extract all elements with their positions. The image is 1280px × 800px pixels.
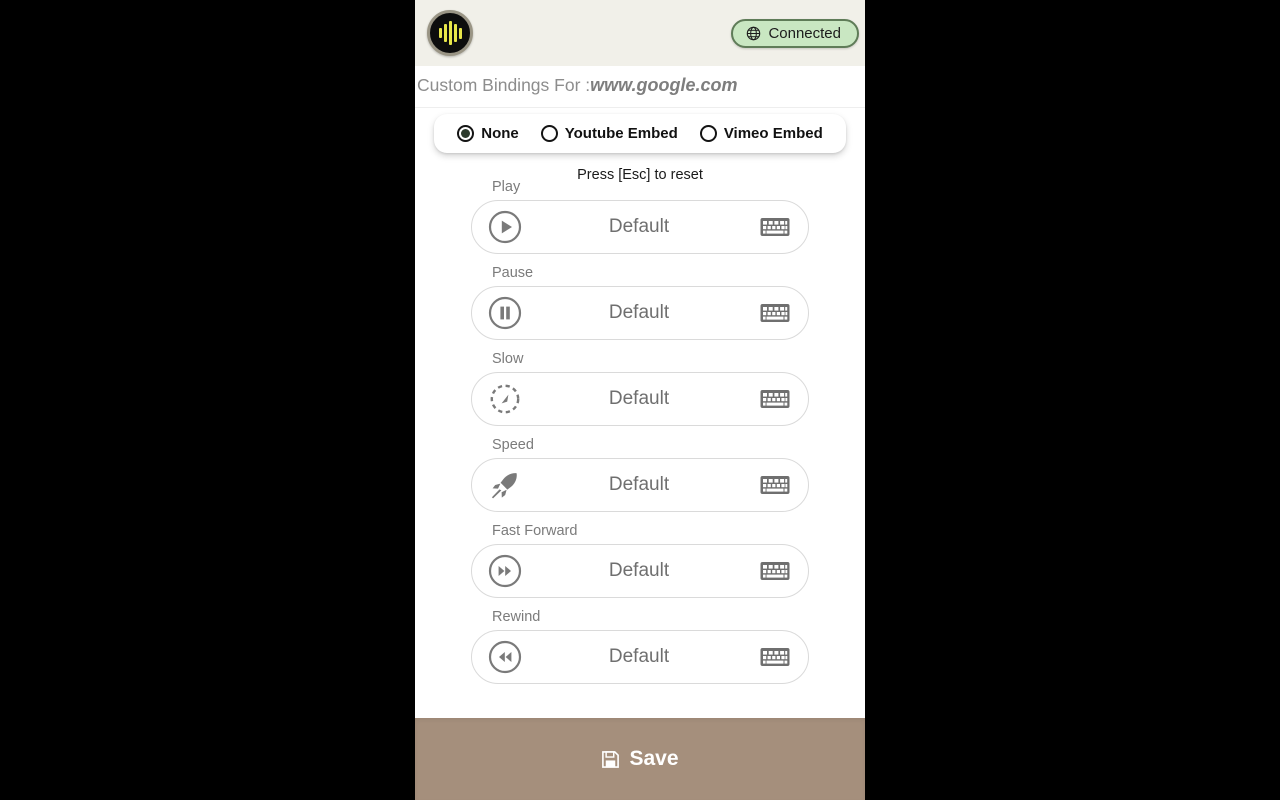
extension-popup-panel: Connected Custom Bindings For :www.googl… xyxy=(415,0,865,800)
binding-pause-row[interactable]: Default xyxy=(471,285,809,340)
binding-rewind-label: Rewind xyxy=(492,608,541,625)
site-title-prefix: Custom Bindings For : xyxy=(417,75,591,95)
binding-rewind-value: Default xyxy=(608,645,670,667)
binding-fast-forward: Fast Forward Default xyxy=(415,522,865,610)
keyboard-icon[interactable] xyxy=(760,388,790,410)
save-button-label: Save xyxy=(629,747,679,770)
binding-speed: Speed Default xyxy=(415,436,865,524)
mode-option-vimeo-embed-label: Vimeo Embed xyxy=(723,125,823,142)
radio-vimeo-embed-icon[interactable] xyxy=(699,125,717,142)
binding-slow-value: Default xyxy=(608,387,670,409)
binding-pause: Pause Default xyxy=(415,264,865,352)
popup-body: None Youtube Embed Vimeo Embed Press [Es… xyxy=(415,108,865,718)
mode-option-youtube-embed-label: Youtube Embed xyxy=(564,125,678,142)
binding-pause-value: Default xyxy=(608,301,670,323)
site-title-bar: Custom Bindings For :www.google.com xyxy=(415,66,865,108)
binding-pause-label: Pause xyxy=(492,264,534,281)
radio-none-icon[interactable] xyxy=(457,125,475,142)
status-badge-label: Connected xyxy=(768,24,841,42)
screen: Connected Custom Bindings For :www.googl… xyxy=(0,0,1280,800)
globe-icon xyxy=(747,26,761,40)
mode-option-vimeo-embed[interactable]: Vimeo Embed xyxy=(699,125,823,142)
binding-play-value: Default xyxy=(608,215,670,237)
waveform-logo xyxy=(427,10,473,56)
binding-speed-value: Default xyxy=(608,473,670,495)
binding-slow-label: Slow xyxy=(492,350,524,367)
binding-fast-forward-value: Default xyxy=(608,559,670,581)
mode-option-none[interactable]: None xyxy=(457,125,519,142)
binding-fast-forward-row[interactable]: Default xyxy=(471,543,809,598)
binding-slow-row[interactable]: Default xyxy=(471,371,809,426)
keyboard-icon[interactable] xyxy=(760,216,790,238)
binding-play-label: Play xyxy=(492,179,521,195)
binding-speed-label: Speed xyxy=(492,436,534,453)
binding-speed-row[interactable]: Default xyxy=(471,457,809,512)
popup-header: Connected xyxy=(415,0,865,66)
status-badge[interactable]: Connected xyxy=(731,18,859,48)
mode-option-youtube-embed[interactable]: Youtube Embed xyxy=(540,125,678,142)
site-domain: www.google.com xyxy=(590,75,738,95)
embed-mode-selector: None Youtube Embed Vimeo Embed xyxy=(434,114,846,153)
binding-slow: Slow Default xyxy=(415,350,865,438)
bindings-list: Play Default Pause Default Slow Default … xyxy=(415,179,865,696)
radio-youtube-embed-icon[interactable] xyxy=(540,125,558,142)
binding-fast-forward-label: Fast Forward xyxy=(492,522,578,539)
keyboard-icon[interactable] xyxy=(760,302,790,324)
mode-option-none-label: None xyxy=(481,125,519,142)
keyboard-icon[interactable] xyxy=(760,646,790,668)
binding-rewind-row[interactable]: Default xyxy=(471,629,809,684)
binding-play: Play Default xyxy=(415,179,865,266)
keyboard-icon[interactable] xyxy=(760,560,790,582)
keyboard-icon[interactable] xyxy=(760,474,790,496)
save-button[interactable]: Save xyxy=(415,718,865,800)
binding-rewind: Rewind Default xyxy=(415,608,865,696)
binding-play-row[interactable]: Default xyxy=(471,199,809,254)
floppy-disk-icon xyxy=(602,750,620,768)
